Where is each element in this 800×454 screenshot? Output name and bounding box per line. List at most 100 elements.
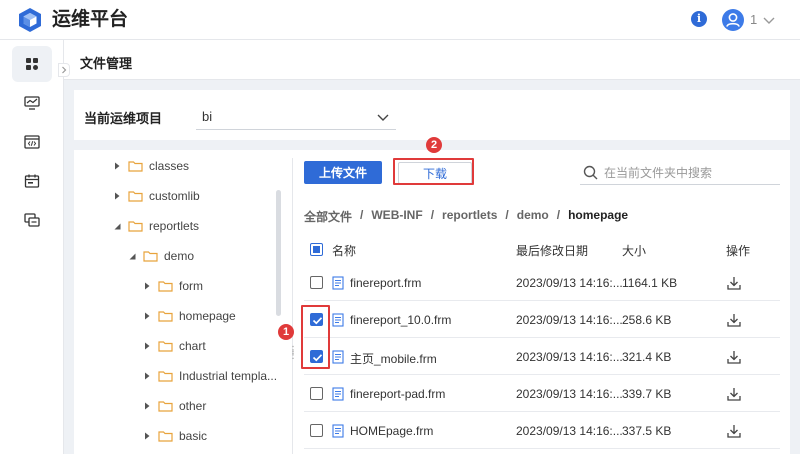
breadcrumb-separator: / [430, 208, 435, 222]
splitter-grip-icon[interactable]: ⋮ ⋮ [288, 346, 298, 366]
search-input[interactable] [604, 163, 774, 183]
file-date: 2023/09/13 14:16:... [516, 350, 622, 364]
sidebar-item-monitor[interactable] [12, 85, 52, 121]
sidebar-item-code[interactable] [12, 124, 52, 160]
tree-item[interactable]: basic [142, 421, 207, 451]
tree-item[interactable]: demo [127, 241, 194, 271]
file-name[interactable]: finereport_10.0.frm [350, 313, 451, 327]
upload-file-button[interactable]: 上传文件 [304, 161, 382, 184]
file-name[interactable]: 主页_mobile.frm [350, 350, 437, 367]
table-row[interactable]: HOMEpage.frm 2023/09/13 14:16:... 337.5 … [304, 412, 780, 449]
download-icon[interactable] [726, 386, 742, 402]
tree-item[interactable]: classes [112, 151, 189, 181]
tree-item-label: homepage [179, 309, 236, 323]
file-size: 321.4 KB [622, 350, 672, 364]
file-date: 2023/09/13 14:16:... [516, 313, 622, 327]
column-header-date: 最后修改日期 [516, 244, 589, 258]
app-title: 运维平台 [52, 9, 129, 30]
project-label: 当前运维项目 [84, 111, 163, 126]
sidebar-item-calendar[interactable] [12, 163, 52, 199]
tree-item-label: form [179, 279, 203, 293]
breadcrumb-item[interactable]: demo [517, 208, 549, 225]
breadcrumb-separator: / [505, 208, 509, 222]
code-window-icon [24, 135, 40, 149]
table-row[interactable]: finereport-pad.frm 2023/09/13 14:16:... … [304, 375, 780, 412]
tree-item-label: classes [149, 159, 190, 173]
breadcrumb-separator: / [556, 208, 561, 222]
project-select[interactable]: bi [196, 104, 396, 130]
download-icon[interactable] [726, 423, 742, 439]
tree-item-label: customlib [149, 189, 200, 203]
folder-icon [158, 341, 173, 352]
panel-splitter[interactable] [292, 158, 293, 454]
caret-right-icon [115, 162, 120, 170]
file-size: 258.6 KB [622, 313, 672, 327]
search-icon [583, 165, 598, 180]
tree-item-label: reportlets [149, 219, 200, 233]
download-highlight-box [393, 158, 474, 185]
step-marker-2: 2 [426, 137, 442, 153]
page-title: 文件管理 [80, 56, 133, 71]
file-date: 2023/09/13 14:16:... [516, 424, 622, 438]
download-icon[interactable] [726, 349, 742, 365]
chevron-down-icon [377, 114, 389, 121]
chevron-down-icon[interactable] [762, 13, 776, 27]
row-checkbox[interactable] [310, 387, 323, 400]
tree-item[interactable]: Industrial templa... [142, 361, 277, 391]
sidebar-item-windows[interactable] [12, 202, 52, 238]
breadcrumb-item[interactable]: WEB-INF [371, 208, 422, 225]
sidebar-collapse-toggle[interactable] [58, 63, 70, 77]
file-panel: classes customlib reportlets demo form h… [74, 150, 790, 454]
user-name[interactable]: 1 [750, 12, 757, 28]
caret-right-icon [145, 342, 150, 350]
folder-icon [158, 431, 173, 442]
file-name[interactable]: finereport.frm [350, 276, 421, 290]
select-all-checkbox[interactable] [310, 243, 323, 256]
checkbox-highlight-box [301, 305, 330, 369]
tree-item[interactable]: chart [142, 331, 206, 361]
caret-right-icon [145, 432, 150, 440]
file-name[interactable]: HOMEpage.frm [350, 424, 433, 438]
project-value: bi [202, 109, 213, 124]
document-icon [332, 424, 344, 438]
search-box [580, 161, 780, 185]
project-bar: 当前运维项目 bi [74, 90, 790, 140]
app-root: 运维平台 i 1 文件管理 当前运维项目 bi classes customli… [0, 0, 800, 454]
table-row[interactable]: 主页_mobile.frm 2023/09/13 14:16:... 321.4… [304, 338, 780, 375]
table-row[interactable]: finereport_10.0.frm 2023/09/13 14:16:...… [304, 301, 780, 338]
download-icon[interactable] [726, 312, 742, 328]
row-checkbox[interactable] [310, 276, 323, 289]
breadcrumb-item[interactable]: 全部文件 [304, 208, 352, 225]
column-header-size: 大小 [622, 244, 647, 258]
caret-down-icon [129, 253, 136, 260]
column-header-op: 操作 [726, 244, 751, 258]
column-header-name: 名称 [332, 244, 357, 258]
caret-right-icon [115, 192, 120, 200]
caret-right-icon [145, 312, 150, 320]
table-row[interactable]: finereport.frm 2023/09/13 14:16:... 1164… [304, 264, 780, 301]
download-icon[interactable] [726, 275, 742, 291]
tree-item-label: demo [164, 249, 195, 263]
row-checkbox[interactable] [310, 424, 323, 437]
tree-item[interactable]: customlib [112, 181, 200, 211]
breadcrumb-item[interactable]: reportlets [442, 208, 497, 225]
breadcrumb-current: homepage [568, 208, 629, 222]
file-name[interactable]: finereport-pad.frm [350, 387, 445, 401]
file-size: 337.5 KB [622, 424, 672, 438]
folder-tree: classes customlib reportlets demo form h… [74, 150, 284, 454]
folder-icon [158, 281, 173, 292]
sidebar-item-dashboard[interactable] [12, 46, 52, 82]
info-icon[interactable]: i [691, 11, 707, 27]
page-header: 文件管理 [64, 40, 800, 80]
tree-item[interactable]: homepage [142, 301, 236, 331]
tree-scrollbar[interactable] [276, 190, 281, 316]
step-marker-1: 1 [278, 324, 294, 340]
file-size: 1164.1 KB [622, 276, 678, 290]
tree-item[interactable]: reportlets [112, 211, 199, 241]
sidebar [0, 40, 64, 454]
tree-item[interactable]: other [142, 391, 206, 421]
tree-item[interactable]: form [142, 271, 203, 301]
chevron-right-icon [62, 66, 67, 74]
user-avatar-icon[interactable] [722, 9, 744, 31]
file-size: 339.7 KB [622, 387, 672, 401]
